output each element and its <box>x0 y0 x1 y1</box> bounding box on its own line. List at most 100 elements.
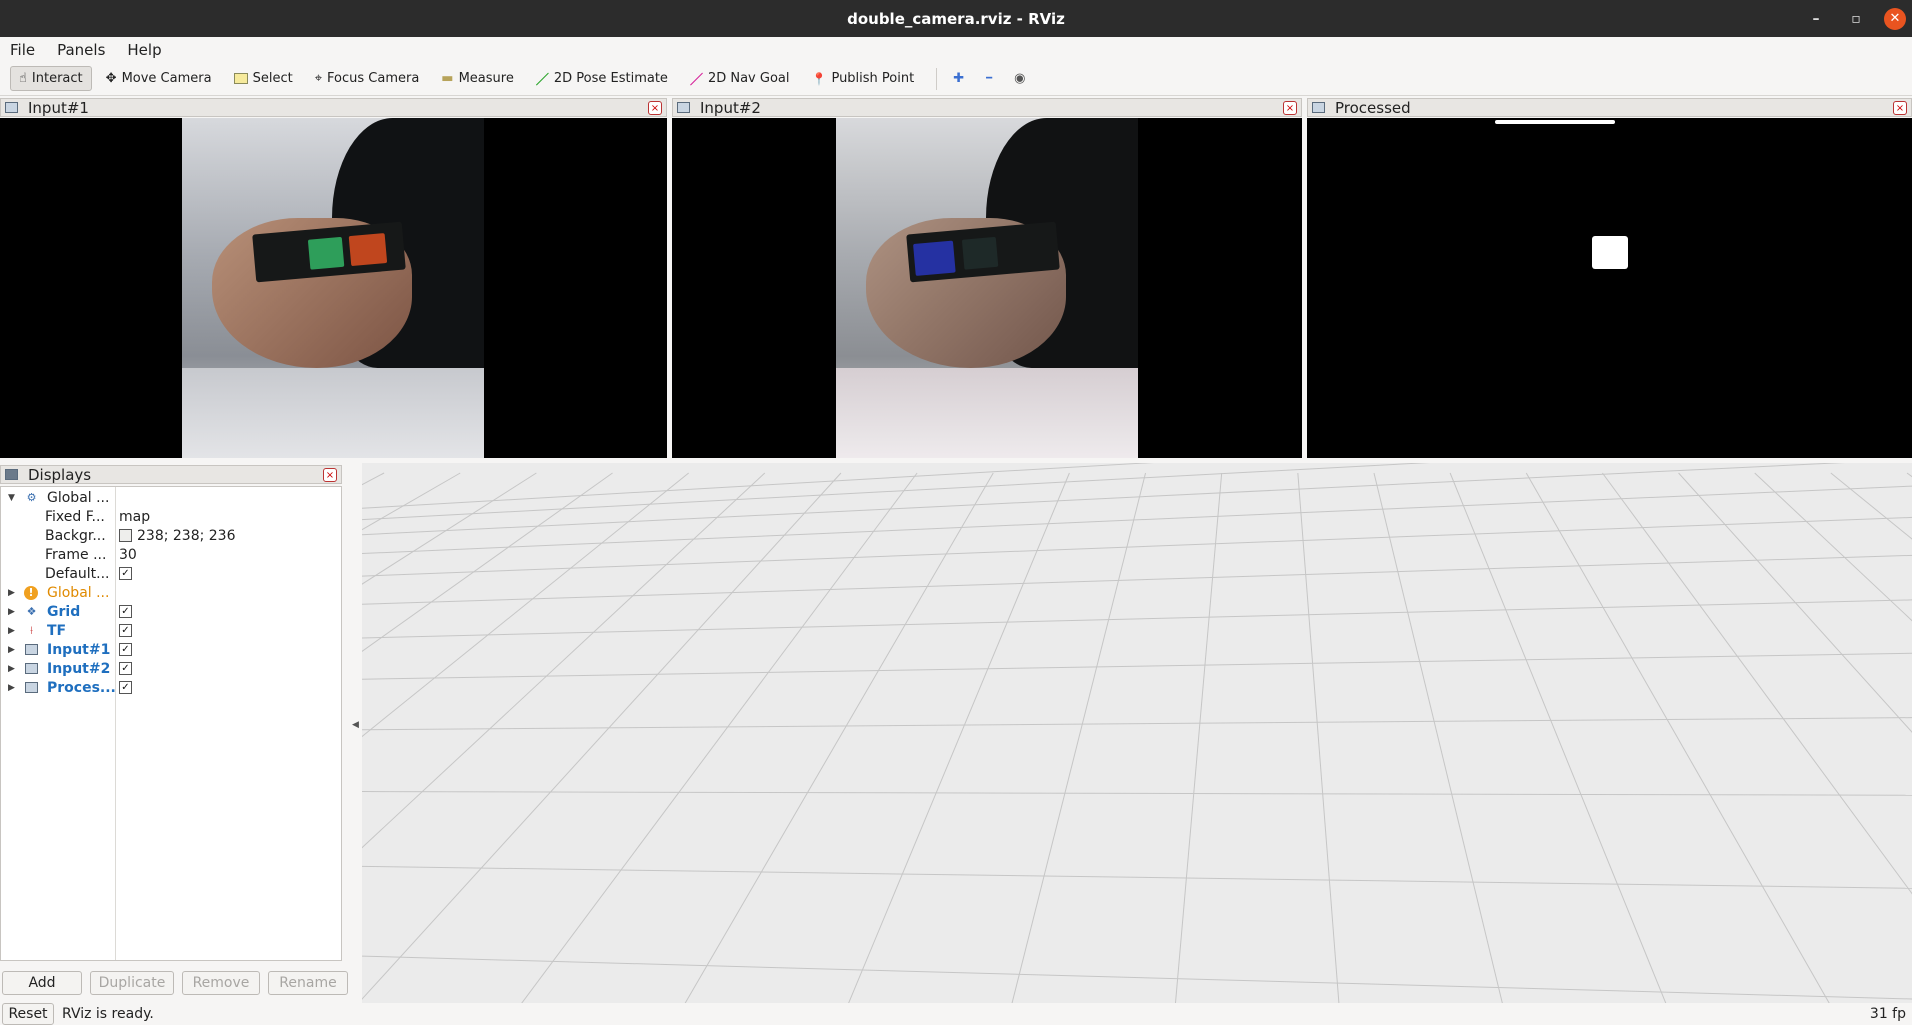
tree-row-fixed-frame[interactable]: Fixed F... map <box>1 507 341 526</box>
image-icon <box>1312 102 1325 113</box>
reset-button[interactable]: Reset <box>2 1003 54 1025</box>
tree-row-global-status[interactable]: ▶ ! Global ... <box>1 583 341 602</box>
expand-arrow-icon[interactable]: ▶ <box>8 626 15 636</box>
add-button[interactable]: Add <box>2 971 82 995</box>
pink-arrow-icon: ／ <box>689 73 703 88</box>
row-value[interactable]: map <box>119 509 150 525</box>
collapse-arrow-icon[interactable]: ◀ <box>352 720 359 730</box>
menu-panels[interactable]: Panels <box>53 41 109 59</box>
expand-arrow-icon[interactable]: ▶ <box>8 645 15 655</box>
expand-arrow-icon[interactable]: ▶ <box>8 607 15 617</box>
tool-label: 2D Pose Estimate <box>553 71 668 86</box>
checkbox[interactable]: ✓ <box>119 662 132 675</box>
row-label: Backgr... <box>45 527 106 544</box>
image-icon <box>24 642 39 657</box>
minimize-icon[interactable]: – <box>1796 0 1836 37</box>
camera-view-input2[interactable] <box>672 118 1302 458</box>
tree-row-tf[interactable]: ▶ ⟊ TF ✓ <box>1 621 341 640</box>
checkbox[interactable]: ✓ <box>119 643 132 656</box>
tool-label: Measure <box>458 71 514 86</box>
grid-row-line <box>362 599 1912 639</box>
plus-icon: ✚ <box>953 71 965 86</box>
close-icon[interactable]: ✕ <box>1884 7 1906 30</box>
desk-region <box>182 368 484 458</box>
tree-row-processed[interactable]: ▶ Proces... ✓ <box>1 678 341 697</box>
view-options-button[interactable]: ◉ <box>1006 67 1033 90</box>
expand-arrow-icon[interactable]: ▶ <box>8 664 15 674</box>
panel-close-icon[interactable]: × <box>1893 101 1907 115</box>
grid-icon: ❖ <box>26 605 37 618</box>
checkbox[interactable]: ✓ <box>119 605 132 618</box>
dark-square <box>961 236 999 270</box>
grid-depth-line <box>1373 472 1503 1003</box>
interact-tool[interactable]: ☝ Interact <box>10 66 92 91</box>
tree-row-input2[interactable]: ▶ Input#2 ✓ <box>1 659 341 678</box>
maximize-icon[interactable]: ▫ <box>1836 0 1876 37</box>
green-square <box>307 236 345 270</box>
row-value[interactable]: 238; 238; 236 <box>119 528 236 544</box>
duplicate-button[interactable]: Duplicate <box>90 971 174 995</box>
camera-view-processed[interactable] <box>1307 118 1912 458</box>
grid-depth-line <box>1678 472 1912 733</box>
image-icon <box>24 661 39 676</box>
remove-tool-button[interactable]: ━ <box>978 69 1000 88</box>
tree-row-global-options[interactable]: ▼ ⚙ Global ... <box>1 488 341 507</box>
checkbox[interactable]: ✓ <box>119 567 132 580</box>
panel-close-icon[interactable]: × <box>648 101 662 115</box>
status-message: RViz is ready. <box>62 1006 154 1022</box>
mask-noise <box>1495 120 1615 124</box>
ground-grid <box>362 463 1912 1003</box>
menu-file[interactable]: File <box>6 41 39 59</box>
grid-depth-line <box>848 472 1070 1003</box>
pose-estimate-tool[interactable]: ／ 2D Pose Estimate <box>528 65 676 92</box>
checkbox[interactable]: ✓ <box>119 681 132 694</box>
tree-row-default-light[interactable]: Default... ✓ <box>1 564 341 583</box>
menu-help[interactable]: Help <box>123 41 165 59</box>
rename-button[interactable]: Rename <box>268 971 348 995</box>
move-camera-tool[interactable]: ✥ Move Camera <box>98 67 220 90</box>
measure-tool[interactable]: ▬ Measure <box>433 67 522 90</box>
fps-readout: 31 fp <box>1869 1006 1906 1022</box>
tool-label: 2D Nav Goal <box>707 71 790 86</box>
displays-tree[interactable]: ▼ ⚙ Global ... Fixed F... map Backgr... … <box>0 486 342 961</box>
panel-close-icon[interactable]: × <box>323 468 337 482</box>
tree-row-grid[interactable]: ▶ ❖ Grid ✓ <box>1 602 341 621</box>
focus-icon: ⌖ <box>314 71 323 86</box>
mask-blob <box>1592 236 1628 269</box>
expand-arrow-icon[interactable]: ▼ <box>8 493 15 503</box>
tree-row-background[interactable]: Backgr... 238; 238; 236 <box>1 526 341 545</box>
publish-point-tool[interactable]: 📍 Publish Point <box>804 67 923 90</box>
axes-icon: ⟊ <box>30 623 33 637</box>
expand-arrow-icon[interactable]: ▶ <box>8 588 15 598</box>
panel-title: Input#2 <box>700 98 761 117</box>
camera-view-input1[interactable] <box>0 118 667 458</box>
select-tool[interactable]: ▭ Select <box>226 67 301 90</box>
remove-button[interactable]: Remove <box>182 971 260 995</box>
color-value: 238; 238; 236 <box>137 527 236 544</box>
row-label: Input#1 <box>47 641 111 658</box>
panel-title: Input#1 <box>28 98 89 117</box>
grid-depth-line <box>1906 472 1912 478</box>
row-label: Global ... <box>47 489 110 506</box>
grid-depth-line <box>1011 472 1147 1003</box>
grid-row-line <box>362 717 1912 731</box>
nav-goal-tool[interactable]: ／ 2D Nav Goal <box>682 65 798 92</box>
grid-depth-line <box>362 472 766 849</box>
grid-depth-line <box>1602 472 1912 895</box>
image-icon <box>5 102 18 113</box>
panel-title: Processed <box>1335 98 1411 117</box>
checkbox[interactable]: ✓ <box>119 624 132 637</box>
row-value[interactable]: 30 <box>119 547 137 563</box>
focus-camera-tool[interactable]: ⌖ Focus Camera <box>307 67 428 90</box>
camera-image <box>182 118 484 458</box>
tree-row-frame-rate[interactable]: Frame ... 30 <box>1 545 341 564</box>
panel-close-icon[interactable]: × <box>1283 101 1297 115</box>
grid-row-line <box>362 516 1912 577</box>
tree-row-input1[interactable]: ▶ Input#1 ✓ <box>1 640 341 659</box>
expand-arrow-icon[interactable]: ▶ <box>8 683 15 693</box>
displays-buttons: Add Duplicate Remove Rename <box>2 971 348 995</box>
row-label: Grid <box>47 603 81 620</box>
add-tool-button[interactable]: ✚ <box>945 67 972 90</box>
grid-depth-line <box>1449 472 1667 1003</box>
3d-render-view[interactable] <box>362 463 1912 1003</box>
